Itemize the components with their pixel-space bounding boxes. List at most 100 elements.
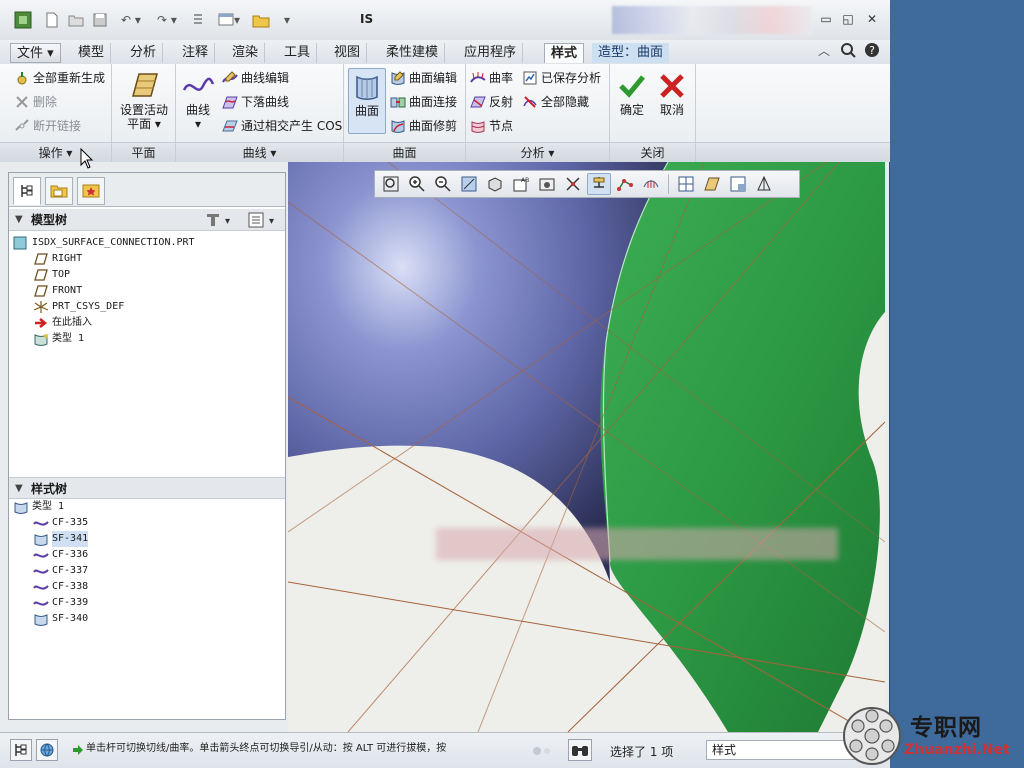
tree-item-front-plane[interactable]: FRONT xyxy=(33,283,82,299)
saved-analysis-button[interactable]: 已保存分析 xyxy=(522,68,601,88)
style-tree-item-cf336[interactable]: CF-336 xyxy=(33,547,88,563)
curvature-button[interactable]: 曲率 xyxy=(470,68,513,88)
model-tree-header[interactable]: ▼ 模型树 ▾ ▾ xyxy=(9,209,285,231)
refit-icon[interactable] xyxy=(379,173,403,195)
tree-item-right-plane[interactable]: RIGHT xyxy=(33,251,82,267)
hide-all-icon xyxy=(522,94,538,110)
curve-points-icon[interactable] xyxy=(613,173,637,195)
surface-edit-button[interactable]: 曲面编辑 xyxy=(390,68,457,88)
ok-button[interactable]: 确定 xyxy=(614,72,650,117)
tree-item-csys[interactable]: PRT_CSYS_DEF xyxy=(33,299,124,315)
redo-icon[interactable]: ↷ ▾ xyxy=(150,10,184,30)
style-tree-item-sf341[interactable]: SF-341 xyxy=(33,531,89,547)
group-operations-label[interactable]: 操作 ▾ xyxy=(0,142,111,162)
nodes-button[interactable]: 节点 xyxy=(470,116,513,136)
save-icon[interactable] xyxy=(90,10,110,30)
cancel-button[interactable]: 取消 xyxy=(654,72,690,117)
style-tree-item-cf337[interactable]: CF-337 xyxy=(33,563,88,579)
tree-item-style-feature-label: 类型 1 xyxy=(52,333,85,344)
windows-icon[interactable]: ▾ xyxy=(212,10,246,30)
tab-model[interactable]: 模型 xyxy=(72,43,112,63)
hide-all-button[interactable]: 全部隐藏 xyxy=(522,92,589,112)
model-tree-icon xyxy=(21,185,33,197)
zoom-in-icon[interactable] xyxy=(405,173,429,195)
green-surface[interactable] xyxy=(600,162,885,732)
datum-display-icon[interactable] xyxy=(561,173,585,195)
customize-toolbar-icon[interactable]: ▾ xyxy=(280,10,294,30)
minimize-button[interactable]: ▭ xyxy=(816,10,836,28)
repaint-icon[interactable] xyxy=(457,173,481,195)
zoom-out-icon[interactable] xyxy=(431,173,455,195)
curve-icon xyxy=(33,548,49,562)
drop-curve-button[interactable]: 下落曲线 xyxy=(222,92,289,112)
nodes-icon xyxy=(470,118,486,134)
tree-item-style-feature[interactable]: 类型 1 xyxy=(33,331,84,347)
surface-trim-button[interactable]: 曲面修剪 xyxy=(390,116,457,136)
intersect-cos-button[interactable]: 通过相交产生 COS xyxy=(222,116,342,136)
set-active-plane-line1: 设置活动 xyxy=(119,103,168,117)
curve-label: 曲线 xyxy=(185,103,210,117)
style-tree-item-cf339[interactable]: CF-339 xyxy=(33,595,88,611)
curve-button[interactable]: 曲线 ▾ xyxy=(178,72,218,131)
display-style-icon[interactable] xyxy=(483,173,507,195)
style-tree-header[interactable]: ▼ 样式树 xyxy=(9,477,285,499)
active-plane-view-icon[interactable] xyxy=(700,173,724,195)
surface-connect-button[interactable]: 曲面连接 xyxy=(390,92,457,112)
curve-icon xyxy=(33,596,49,610)
show-columns-icon[interactable]: ▾ xyxy=(247,211,281,236)
toggle-browser-icon[interactable] xyxy=(36,739,58,761)
graphics-viewport[interactable] xyxy=(288,162,885,732)
tab-view[interactable]: 视图 xyxy=(328,43,368,63)
help-icon[interactable]: ? xyxy=(862,40,882,60)
style-tree-title: 样式树 xyxy=(31,482,68,496)
tree-item-insert-here[interactable]: 在此插入 xyxy=(33,315,92,331)
find-icon[interactable] xyxy=(568,739,592,761)
tab-model-tree[interactable] xyxy=(13,177,41,205)
undo-icon[interactable]: ↶ ▾ xyxy=(114,10,148,30)
tab-favorites[interactable] xyxy=(77,177,105,205)
style-tree-item-cf338[interactable]: CF-338 xyxy=(33,579,88,595)
toggle-navigator-icon[interactable] xyxy=(10,739,32,761)
surface-mesh-icon[interactable] xyxy=(639,173,663,195)
view-manager-icon[interactable] xyxy=(535,173,559,195)
tab-render[interactable]: 渲染 xyxy=(226,43,266,63)
tab-annotate[interactable]: 注释 xyxy=(176,43,216,63)
set-active-plane-button[interactable]: 设置活动 平面 ▾ xyxy=(116,70,172,131)
search-icon[interactable] xyxy=(838,40,858,60)
group-curves-label[interactable]: 曲线 ▾ xyxy=(176,142,343,162)
regenerate-all-button[interactable]: 全部重新生成 xyxy=(14,68,105,88)
style-tree-root[interactable]: 类型 1 xyxy=(13,499,64,515)
tree-item-top-plane[interactable]: TOP xyxy=(33,267,70,283)
tree-item-part[interactable]: ISDX_SURFACE_CONNECTION.PRT xyxy=(13,235,195,251)
group-analysis-label[interactable]: 分析 ▾ xyxy=(466,142,609,162)
grid-display-icon[interactable] xyxy=(674,173,698,195)
tab-analysis[interactable]: 分析 xyxy=(124,43,164,63)
split-view-icon[interactable] xyxy=(726,173,750,195)
restore-button[interactable]: ◱ xyxy=(838,10,858,28)
open-folder-icon[interactable] xyxy=(66,10,86,30)
tab-style[interactable]: 样式 xyxy=(544,43,585,63)
curve-edit-button[interactable]: 曲线编辑 xyxy=(222,68,289,88)
break-link-button[interactable]: 断开链接 xyxy=(14,116,81,136)
reflection-button[interactable]: 反射 xyxy=(470,92,513,112)
tab-flexible-modeling[interactable]: 柔性建模 xyxy=(380,43,446,63)
tab-folder-browser[interactable] xyxy=(45,177,73,205)
tab-tools[interactable]: 工具 xyxy=(278,43,318,63)
surface-button[interactable]: 曲面 xyxy=(348,68,386,134)
style-tree-item-sf340[interactable]: SF-340 xyxy=(33,611,88,627)
file-menu[interactable]: 文件 ▾ xyxy=(10,43,61,63)
folder-icon[interactable] xyxy=(250,10,272,30)
style-tree-item-cf335[interactable]: CF-335 xyxy=(33,515,88,531)
close-window-button[interactable]: ✕ xyxy=(862,10,882,28)
new-file-icon[interactable] xyxy=(42,10,62,30)
saved-views-icon[interactable]: AB xyxy=(509,173,533,195)
collapse-ribbon-icon[interactable]: ︿ xyxy=(814,40,834,60)
tab-applications[interactable]: 应用程序 xyxy=(458,43,524,63)
orient-icon[interactable] xyxy=(752,173,776,195)
regenerate-icon[interactable] xyxy=(188,10,208,30)
delete-button[interactable]: 删除 xyxy=(14,92,57,112)
tree-settings-icon[interactable]: ▾ xyxy=(205,211,237,236)
curvature-icon xyxy=(470,70,486,86)
curve-edit-icon xyxy=(222,70,238,86)
style-display-icon[interactable] xyxy=(587,173,611,195)
